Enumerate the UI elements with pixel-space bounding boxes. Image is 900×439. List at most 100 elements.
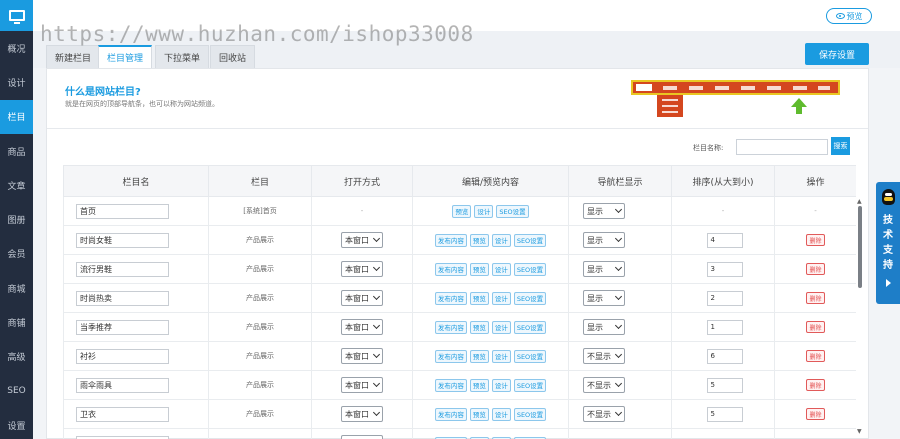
open-mode-select[interactable]: 本窗口 xyxy=(341,290,383,306)
open-mode-select[interactable]: 本窗口 xyxy=(341,406,383,422)
edit-action-button[interactable]: 发布内容 xyxy=(434,349,467,363)
delete-button[interactable]: 删除 xyxy=(806,408,825,420)
column-name-input[interactable]: 时尚热卖 xyxy=(76,290,169,306)
edit-action-button[interactable]: 发布内容 xyxy=(434,291,467,305)
nav-display-select[interactable]: 显示 xyxy=(583,261,625,277)
edit-action-button[interactable]: 设计 xyxy=(491,233,511,247)
sort-input[interactable]: 4 xyxy=(706,232,743,248)
tech-support-widget[interactable]: 技术支持 xyxy=(876,182,900,304)
tab-new-column[interactable]: 新建栏目 xyxy=(46,45,101,68)
nav-display-select[interactable]: 显示 xyxy=(583,232,625,248)
column-name-input[interactable]: 首页 xyxy=(76,203,169,219)
sidebar-item[interactable]: 设置 xyxy=(0,408,33,439)
tab-recycle-bin[interactable]: 回收站 xyxy=(210,45,256,68)
column-name-input[interactable]: 雨伞雨具 xyxy=(76,377,169,393)
table-row: 流行男鞋 产品展示 本窗口 发布内容 预览 设计 SEO设置 显示 3 删除 xyxy=(63,254,856,284)
sort-input[interactable]: 3 xyxy=(706,261,743,277)
chevron-down-icon xyxy=(614,321,623,330)
chevron-down-icon xyxy=(372,408,381,417)
open-mode-select[interactable]: 本窗口 xyxy=(341,377,383,393)
delete-button[interactable]: 删除 xyxy=(806,379,825,391)
delete-button[interactable]: 删除 xyxy=(806,263,825,275)
sidebar-item[interactable]: 文章 xyxy=(0,168,33,202)
scroll-up-icon[interactable]: ▲ xyxy=(857,198,862,205)
sidebar-item[interactable]: 商品 xyxy=(0,134,33,168)
sidebar-item[interactable]: 概况 xyxy=(0,31,33,65)
logo[interactable] xyxy=(0,0,33,31)
edit-action-button[interactable]: 发布内容 xyxy=(434,262,467,276)
search-button[interactable]: 搜索 xyxy=(831,137,850,155)
search-input[interactable] xyxy=(736,139,828,155)
column-name-input[interactable] xyxy=(76,435,169,439)
edit-preview-actions: 发布内容预览设计SEO设置 xyxy=(434,407,547,421)
edit-action-button[interactable]: 设计 xyxy=(491,407,511,421)
edit-action-button[interactable]: SEO设置 xyxy=(496,204,529,218)
edit-action-button[interactable]: 预览 xyxy=(469,233,489,247)
sort-input[interactable]: 2 xyxy=(706,290,743,306)
tab-column-manage[interactable]: 栏目管理 xyxy=(98,45,153,68)
open-mode-select[interactable]: 本窗口 xyxy=(341,348,383,364)
edit-action-button[interactable]: 预览 xyxy=(469,349,489,363)
delete-button[interactable]: 删除 xyxy=(806,234,825,246)
sidebar-item[interactable]: 栏目 xyxy=(0,99,33,134)
edit-action-button[interactable]: 预览 xyxy=(469,378,489,392)
nav-display-select[interactable]: 不显示 xyxy=(583,406,625,422)
sort-input[interactable]: 5 xyxy=(706,406,743,422)
sidebar-item[interactable]: 高级 xyxy=(0,340,33,374)
nav-display-select[interactable]: 不显示 xyxy=(583,377,625,393)
edit-action-button[interactable]: 设计 xyxy=(474,204,494,218)
sidebar-item[interactable]: SEO xyxy=(0,374,33,408)
edit-action-button[interactable]: 预览 xyxy=(469,291,489,305)
nav-display-select[interactable]: 显示 xyxy=(583,290,625,306)
edit-action-button[interactable]: 发布内容 xyxy=(434,378,467,392)
sidebar-item[interactable]: 设计 xyxy=(0,65,33,99)
edit-action-button[interactable]: 设计 xyxy=(491,291,511,305)
sidebar-item[interactable]: 会员 xyxy=(0,237,33,271)
column-name-input[interactable]: 卫衣 xyxy=(76,406,169,422)
edit-action-button[interactable]: SEO设置 xyxy=(513,262,547,276)
edit-action-button[interactable]: 设计 xyxy=(491,349,511,363)
edit-action-button[interactable]: SEO设置 xyxy=(513,407,547,421)
open-mode-select[interactable]: 本窗口 xyxy=(341,261,383,277)
open-mode-select[interactable]: 本窗口 xyxy=(341,232,383,248)
column-name-input[interactable]: 衬衫 xyxy=(76,348,169,364)
sidebar-item[interactable]: 商城 xyxy=(0,271,33,305)
edit-action-button[interactable]: 预览 xyxy=(469,320,489,334)
nav-display-select[interactable]: 显示 xyxy=(583,203,625,219)
sort-input[interactable]: 1 xyxy=(706,319,743,335)
column-name-input[interactable]: 流行男鞋 xyxy=(76,261,169,277)
nav-display-select[interactable]: 显示 xyxy=(583,319,625,335)
scroll-down-icon[interactable]: ▼ xyxy=(857,428,862,435)
edit-action-button[interactable]: 发布内容 xyxy=(434,320,467,334)
edit-action-button[interactable]: 设计 xyxy=(491,378,511,392)
scrollbar-thumb[interactable] xyxy=(858,206,862,288)
open-mode-select[interactable]: 本窗口 xyxy=(341,435,383,439)
edit-action-button[interactable]: 设计 xyxy=(491,320,511,334)
delete-button[interactable]: 删除 xyxy=(806,292,825,304)
save-button[interactable]: 保存设置 xyxy=(805,43,869,65)
edit-action-button[interactable]: SEO设置 xyxy=(513,378,547,392)
delete-button[interactable]: 删除 xyxy=(806,321,825,333)
nav-display-select[interactable]: 不显示 xyxy=(583,348,625,364)
edit-action-button[interactable]: SEO设置 xyxy=(513,291,547,305)
preview-button[interactable]: 预览 xyxy=(826,8,872,24)
edit-action-button[interactable]: 预览 xyxy=(469,407,489,421)
edit-action-button[interactable]: SEO设置 xyxy=(513,320,547,334)
edit-action-button[interactable]: 预览 xyxy=(469,262,489,276)
delete-button[interactable]: 删除 xyxy=(806,350,825,362)
column-name-input[interactable]: 时尚女鞋 xyxy=(76,232,169,248)
edit-action-button[interactable]: 发布内容 xyxy=(434,407,467,421)
edit-action-button[interactable]: SEO设置 xyxy=(513,349,547,363)
sidebar: 概况 设计 栏目 商品 文章 图册 会员 商城 商铺 高级 SEO 设置 xyxy=(0,0,33,439)
edit-action-button[interactable]: 发布内容 xyxy=(434,233,467,247)
tab-dropdown-menu[interactable]: 下拉菜单 xyxy=(155,45,210,68)
column-name-input[interactable]: 当季推荐 xyxy=(76,319,169,335)
sidebar-item[interactable]: 商铺 xyxy=(0,305,33,339)
edit-action-button[interactable]: 设计 xyxy=(491,262,511,276)
sidebar-item[interactable]: 图册 xyxy=(0,202,33,236)
edit-action-button[interactable]: 预览 xyxy=(452,204,472,218)
sort-input[interactable]: 5 xyxy=(706,377,743,393)
edit-action-button[interactable]: SEO设置 xyxy=(513,233,547,247)
open-mode-select[interactable]: 本窗口 xyxy=(341,319,383,335)
sort-input[interactable]: 6 xyxy=(706,348,743,364)
